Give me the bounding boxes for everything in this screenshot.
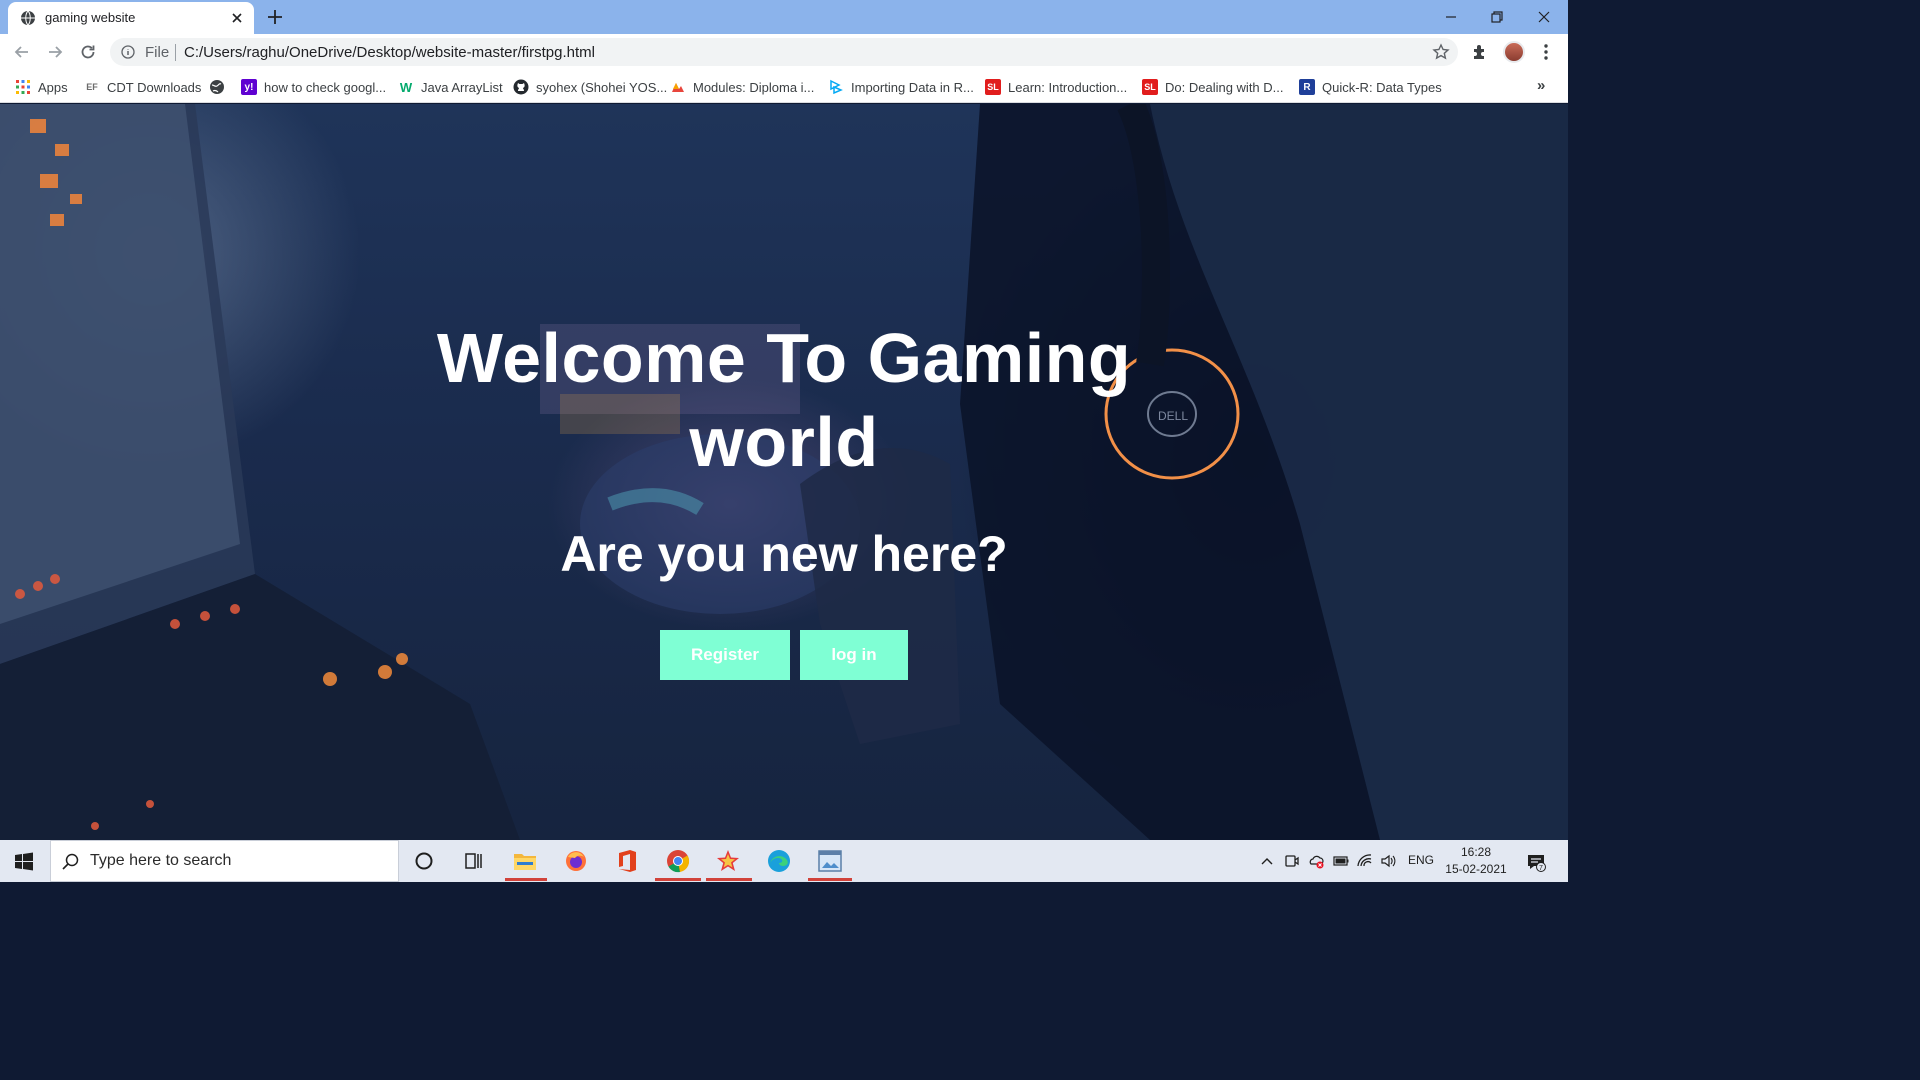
page-heading: Welcome To Gaming world bbox=[0, 316, 1568, 484]
search-placeholder: Type here to search bbox=[90, 852, 232, 869]
chrome-running-indicator bbox=[655, 878, 701, 881]
edge-icon[interactable] bbox=[767, 849, 791, 873]
page-viewport: DELL Welcome To Gaming world Are you new… bbox=[0, 104, 1568, 840]
office-icon[interactable] bbox=[615, 849, 639, 873]
tab-gaming-website[interactable]: gaming website bbox=[8, 2, 254, 34]
taskbar-clock[interactable]: 16:28 15-02-2021 bbox=[1440, 844, 1512, 878]
bookmark-cdt-downloads[interactable]: EF CDT Downloads bbox=[84, 78, 201, 96]
bookmark-label: syohex (Shohei YOS... bbox=[536, 79, 668, 95]
bookmarks-bar: Apps EF CDT Downloads y! how to check go… bbox=[0, 70, 1568, 103]
minimize-icon[interactable] bbox=[1440, 6, 1462, 28]
onedrive-error-icon[interactable] bbox=[1308, 853, 1324, 869]
bookmark-globe[interactable] bbox=[209, 78, 225, 96]
back-arrow-icon[interactable] bbox=[13, 43, 31, 61]
close-tab-icon[interactable] bbox=[229, 10, 245, 26]
ef-icon: EF bbox=[86, 82, 98, 92]
close-window-icon[interactable] bbox=[1533, 6, 1555, 28]
globe-icon bbox=[210, 80, 224, 94]
address-bar[interactable]: File C:/Users/raghu/OneDrive/Desktop/web… bbox=[110, 38, 1458, 66]
clock-time: 16:28 bbox=[1460, 845, 1492, 859]
file-explorer-icon[interactable] bbox=[513, 849, 537, 873]
page-subheading: Are you new here? bbox=[560, 526, 1008, 582]
r-icon: R bbox=[1299, 79, 1315, 95]
bookmark-label: Modules: Diploma i... bbox=[693, 79, 815, 95]
globe-icon bbox=[21, 10, 35, 26]
reload-icon[interactable] bbox=[79, 43, 97, 61]
bookmark-label: Importing Data in R... bbox=[851, 79, 974, 95]
volume-icon[interactable] bbox=[1380, 853, 1396, 869]
bookmark-do-dealing-with-d[interactable]: SL Do: Dealing with D... bbox=[1142, 78, 1284, 96]
modules-icon bbox=[672, 83, 684, 92]
meet-now-icon[interactable] bbox=[1284, 853, 1300, 869]
info-icon[interactable] bbox=[121, 45, 135, 59]
datacamp-icon bbox=[830, 79, 843, 95]
bookmark-label: Java ArrayList bbox=[421, 79, 503, 95]
apps-grid-icon bbox=[16, 80, 30, 94]
profile-avatar[interactable] bbox=[1503, 41, 1525, 63]
url-scheme-label: File bbox=[145, 44, 170, 61]
bookmark-label: how to check googl... bbox=[264, 79, 387, 95]
task-view-icon[interactable] bbox=[462, 849, 486, 873]
restore-icon[interactable] bbox=[1486, 6, 1508, 28]
battery-icon[interactable] bbox=[1333, 853, 1349, 869]
bookmark-modules-diploma[interactable]: Modules: Diploma i... bbox=[670, 78, 814, 96]
new-tab-icon[interactable] bbox=[266, 8, 284, 26]
sololearn-icon: SL bbox=[1142, 79, 1158, 95]
chrome-icon[interactable] bbox=[666, 849, 690, 873]
bookmark-label: Quick-R: Data Types bbox=[1322, 79, 1442, 95]
firefox-icon[interactable] bbox=[564, 849, 588, 873]
input-language-label[interactable]: ENG bbox=[1408, 853, 1434, 867]
url-text[interactable]: C:/Users/raghu/OneDrive/Desktop/website-… bbox=[184, 44, 595, 61]
bookmark-java-arraylist[interactable]: W Java ArrayList bbox=[398, 78, 503, 96]
bookmark-syohex[interactable]: syohex (Shohei YOS... bbox=[513, 78, 667, 96]
show-hidden-icons-chevron-icon[interactable] bbox=[1259, 853, 1275, 869]
notification-count: 7 bbox=[1539, 865, 1543, 872]
bookmark-quick-r-data-types[interactable]: R Quick-R: Data Types bbox=[1299, 78, 1442, 96]
heading-line-1: Welcome To Gaming bbox=[436, 319, 1132, 397]
bookmark-star-icon[interactable] bbox=[1432, 43, 1450, 61]
github-icon bbox=[513, 79, 529, 95]
search-icon bbox=[62, 853, 79, 870]
omnibox-divider bbox=[175, 44, 176, 61]
star-app-icon[interactable] bbox=[716, 849, 740, 873]
forward-arrow-icon[interactable] bbox=[46, 43, 64, 61]
heading-line-2: world bbox=[689, 403, 879, 481]
more-bookmarks-chevron-icon[interactable]: » bbox=[1537, 77, 1545, 94]
file-explorer-running-indicator bbox=[505, 878, 547, 881]
photos-app-icon[interactable] bbox=[818, 849, 842, 873]
bookmark-apps[interactable]: Apps bbox=[15, 78, 68, 96]
action-center-icon[interactable]: 7 bbox=[1526, 852, 1546, 872]
photos-app-running-indicator bbox=[808, 878, 852, 881]
bookmark-label: Do: Dealing with D... bbox=[1165, 79, 1284, 95]
w3schools-icon: W bbox=[399, 79, 413, 95]
register-button[interactable]: Register bbox=[660, 630, 790, 680]
wifi-icon[interactable] bbox=[1357, 853, 1373, 869]
tab-strip: gaming website bbox=[0, 0, 1568, 34]
bookmark-label: CDT Downloads bbox=[107, 79, 202, 95]
windows-taskbar: Type here to search ENG 16:28 15-02-2021… bbox=[0, 840, 1568, 882]
bookmark-importing-data-r[interactable]: Importing Data in R... bbox=[828, 78, 974, 96]
star-app-running-indicator bbox=[706, 878, 752, 881]
browser-toolbar: File C:/Users/raghu/OneDrive/Desktop/web… bbox=[0, 34, 1568, 70]
bookmark-learn-introduction[interactable]: SL Learn: Introduction... bbox=[985, 78, 1127, 96]
bookmark-label: Learn: Introduction... bbox=[1008, 79, 1128, 95]
bookmark-label: Apps bbox=[38, 79, 68, 95]
kebab-menu-icon[interactable] bbox=[1537, 43, 1555, 61]
clock-date: 15-02-2021 bbox=[1445, 862, 1507, 876]
sololearn-icon: SL bbox=[985, 79, 1001, 95]
login-button[interactable]: log in bbox=[800, 630, 908, 680]
windows-start-icon[interactable] bbox=[14, 852, 34, 872]
cortana-icon[interactable] bbox=[412, 849, 436, 873]
extensions-puzzle-icon[interactable] bbox=[1471, 43, 1489, 61]
taskbar-search-input[interactable]: Type here to search bbox=[50, 840, 399, 882]
bookmark-how-to-check-google[interactable]: y! how to check googl... bbox=[241, 78, 386, 96]
tab-title: gaming website bbox=[45, 10, 136, 25]
yahoo-icon: y! bbox=[241, 79, 257, 95]
hand-shape bbox=[800, 448, 960, 744]
